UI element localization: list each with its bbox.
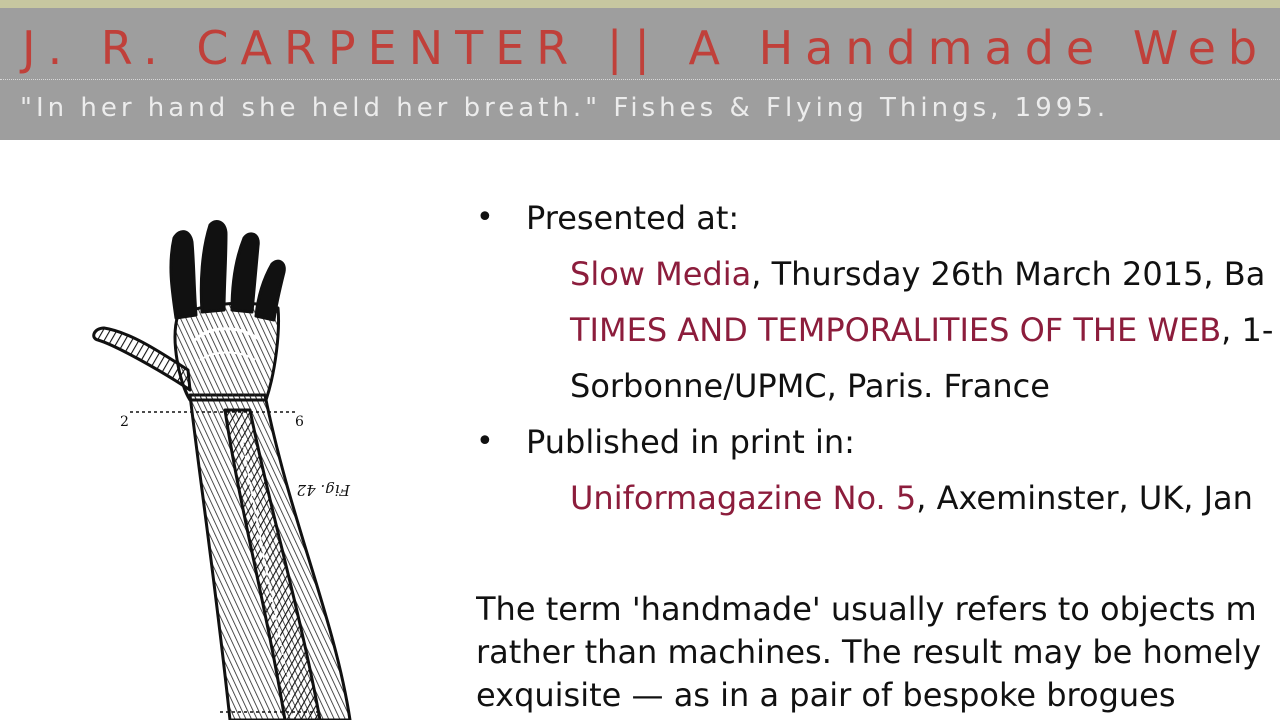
illustration-label: 2 (120, 414, 129, 430)
intro-line: rather than machines. The result may be … (476, 633, 1262, 671)
venue-uniformagazine: Uniformagazine No. 5, Axeminster, UK, Ja… (526, 470, 1280, 526)
site-header: J. R. CARPENTER || A Handmade Web "In he… (0, 0, 1280, 140)
list-item-presented: • Presented at: Slow Media, Thursday 26t… (476, 190, 1280, 414)
illustration-figure-label: Fig. 42 (297, 481, 351, 499)
illustration-label: 6 (295, 414, 304, 430)
site-tagline: "In her hand she held her breath." Fishe… (20, 93, 1110, 123)
venue-list: • Presented at: Slow Media, Thursday 26t… (476, 190, 1280, 526)
times-temporalities-details: , 1- (1221, 311, 1274, 349)
times-temporalities-link[interactable]: TIMES AND TEMPORALITIES OF THE WEB (570, 311, 1221, 349)
site-title[interactable]: J. R. CARPENTER || A Handmade Web (22, 20, 1269, 76)
list-item-published: • Published in print in: Uniformagazine … (476, 414, 1280, 526)
presented-heading: Presented at: (526, 199, 740, 237)
uniformagazine-details: , Axeminster, UK, Jan (916, 479, 1253, 517)
intro-line: exquisite — as in a pair of bespoke brog… (476, 676, 1176, 714)
bullet-icon: • (476, 424, 494, 459)
anatomical-hand-arm-drawing-icon: 2 6 Fig. 42 (92, 220, 352, 720)
slow-media-link[interactable]: Slow Media (570, 255, 751, 293)
published-heading: Published in print in: (526, 423, 855, 461)
venue-slow-media: Slow Media, Thursday 26th March 2015, Ba (526, 246, 1280, 302)
arm-drawing (92, 220, 352, 720)
venue-sorbonne: Sorbonne/UPMC, Paris. France (570, 367, 1050, 405)
main-content: • Presented at: Slow Media, Thursday 26t… (476, 190, 1280, 720)
header-divider (0, 79, 1280, 80)
intro-line: The term 'handmade' usually refers to ob… (476, 590, 1257, 628)
bullet-icon: • (476, 200, 494, 235)
venue-times-temporalities: TIMES AND TEMPORALITIES OF THE WEB, 1- (526, 302, 1280, 358)
slow-media-details: , Thursday 26th March 2015, Ba (751, 255, 1266, 293)
intro-paragraph: The term 'handmade' usually refers to ob… (476, 588, 1280, 717)
uniformagazine-link[interactable]: Uniformagazine No. 5 (570, 479, 916, 517)
